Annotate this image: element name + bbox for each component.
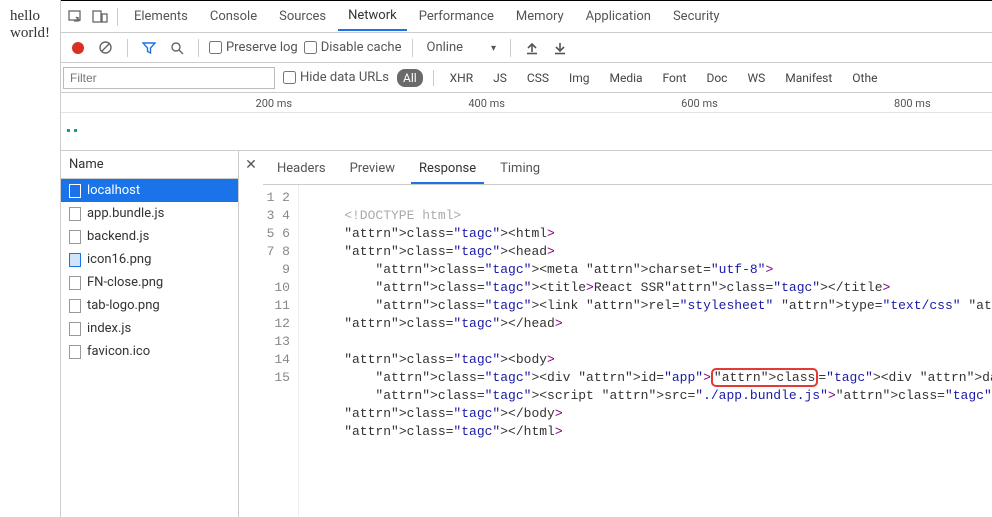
type-js[interactable]: JS [487,69,513,87]
separator [433,70,434,86]
request-row[interactable]: icon16.png [61,248,238,271]
tab-timing[interactable]: Timing [492,155,548,184]
chevron-down-icon [491,40,496,55]
hide-data-urls-checkbox[interactable]: Hide data URLs [283,70,389,85]
tab-response[interactable]: Response [411,155,484,184]
separator [412,39,413,57]
tab-elements[interactable]: Elements [124,3,198,30]
filter-input[interactable] [63,67,275,89]
file-icon [69,230,81,244]
upload-har-icon[interactable] [521,37,543,59]
column-header-name[interactable]: Name [61,151,238,179]
type-img[interactable]: Img [563,69,596,87]
disable-cache-checkbox[interactable]: Disable cache [304,40,402,55]
request-name: app.bundle.js [87,206,164,221]
type-doc[interactable]: Doc [700,69,733,87]
tab-headers[interactable]: Headers [269,155,334,184]
filter-toggle-icon[interactable] [138,37,160,59]
request-name: FN-close.png [87,275,163,290]
type-all[interactable]: All [397,69,423,87]
request-row[interactable]: tab-logo.png [61,294,238,317]
device-toggle-icon[interactable] [89,6,111,28]
filter-bar: Hide data URLs All XHR JS CSS Img Media … [61,63,992,93]
request-row[interactable]: app.bundle.js [61,202,238,225]
devtools-tab-strip: Elements Console Sources Network Perform… [61,1,992,33]
file-icon [69,207,81,221]
request-row[interactable]: favicon.ico [61,340,238,363]
page-text: hello world! [10,8,50,41]
separator [127,39,128,57]
tab-performance[interactable]: Performance [409,3,504,30]
file-icon [69,322,81,336]
record-button[interactable] [67,37,89,59]
file-icon [69,184,81,198]
waterfall-timeline[interactable]: 200 ms 400 ms 600 ms 800 ms 1000 ms 1200… [61,93,992,151]
request-row[interactable]: FN-close.png [61,271,238,294]
request-name: favicon.ico [87,344,150,359]
file-icon [69,276,81,290]
close-icon[interactable]: ✕ [239,151,263,517]
file-icon [69,299,81,313]
tab-sources[interactable]: Sources [269,3,336,30]
tab-preview[interactable]: Preview [342,155,403,184]
request-list: Name localhost app.bundle.js backend.js ico… [61,151,239,517]
type-css[interactable]: CSS [521,69,555,87]
download-har-icon[interactable] [549,37,571,59]
separator [117,8,118,26]
request-name: backend.js [87,229,149,244]
throttling-select[interactable]: Online [423,40,501,55]
type-xhr[interactable]: XHR [444,69,479,87]
tab-console[interactable]: Console [200,3,267,30]
devtools-panel: Elements Console Sources Network Perform… [61,0,992,517]
type-other[interactable]: Othe [846,69,883,87]
request-row[interactable]: localhost [61,179,238,202]
inspect-icon[interactable] [65,6,87,28]
tab-security[interactable]: Security [663,3,730,30]
request-name: index.js [87,321,131,336]
request-name: tab-logo.png [87,298,160,313]
tab-application[interactable]: Application [576,3,661,30]
search-icon[interactable] [166,37,188,59]
separator [510,39,511,57]
file-icon [69,345,81,359]
file-icon [69,253,81,267]
source-code: <!DOCTYPE html> "attrn">class="tagc"><ht… [299,185,992,517]
response-detail-pane: ✕ Headers Preview Response Timing 1 2 3 … [239,151,992,517]
type-ws[interactable]: WS [741,69,771,87]
response-tabs: Headers Preview Response Timing [263,151,992,185]
page-content: hello world! [0,0,61,517]
type-media[interactable]: Media [603,69,648,87]
tab-network[interactable]: Network [338,2,407,31]
preserve-log-checkbox[interactable]: Preserve log [209,40,298,55]
request-name: icon16.png [87,252,151,267]
request-row[interactable]: index.js [61,317,238,340]
type-font[interactable]: Font [657,69,693,87]
network-toolbar: Preserve log Disable cache Online [61,33,992,63]
line-gutter: 1 2 3 4 5 6 7 8 9 10 11 12 13 14 15 [263,185,299,517]
clear-button[interactable] [95,37,117,59]
tab-memory[interactable]: Memory [506,3,574,30]
separator [198,39,199,57]
request-row[interactable]: backend.js [61,225,238,248]
request-name: localhost [87,183,140,198]
type-manifest[interactable]: Manifest [779,69,838,87]
response-body[interactable]: 1 2 3 4 5 6 7 8 9 10 11 12 13 14 15 <!DO… [263,185,992,517]
